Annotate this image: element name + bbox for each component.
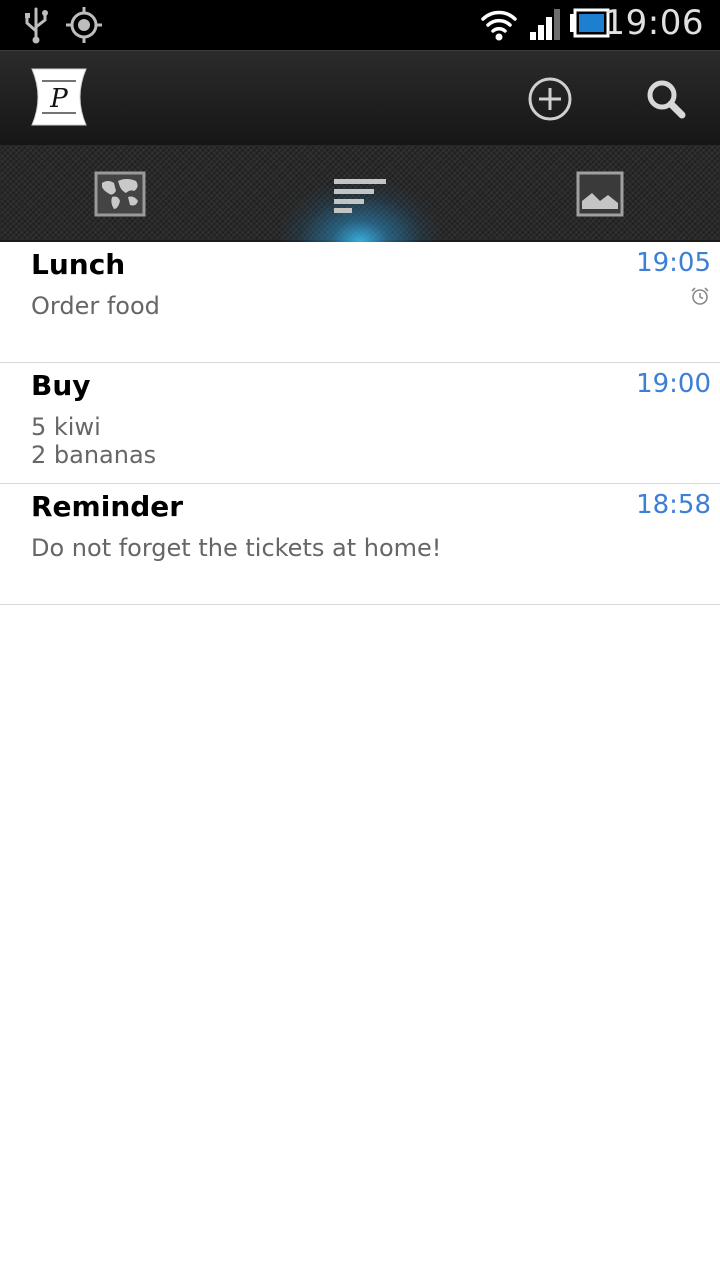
note-body: Do not forget the tickets at home! [31, 534, 442, 562]
note-title: Lunch [31, 248, 126, 281]
app-logo[interactable]: P [30, 67, 88, 127]
signal-icon [530, 9, 560, 40]
tab-map[interactable] [0, 145, 240, 240]
gps-icon [66, 7, 102, 43]
action-bar: P [0, 50, 720, 145]
note-time: 18:58 [636, 490, 711, 520]
note-item[interactable]: Buy 19:00 5 kiwi 2 bananas [0, 363, 720, 484]
note-title: Buy [31, 369, 91, 402]
note-title: Reminder [31, 490, 184, 523]
map-icon [94, 171, 146, 217]
tab-images[interactable] [480, 145, 720, 240]
note-list: Lunch 19:05 Order food Buy 19:00 5 kiwi … [0, 242, 720, 605]
note-body: 5 kiwi 2 bananas [31, 413, 157, 469]
add-circle-icon[interactable] [525, 74, 575, 124]
logo-letter: P [49, 84, 68, 114]
status-bar: 19:06 [0, 0, 720, 50]
alarm-icon [691, 287, 709, 305]
note-time: 19:05 [636, 248, 711, 278]
note-time: 19:00 [636, 369, 711, 399]
note-item[interactable]: Reminder 18:58 Do not forget the tickets… [0, 484, 720, 605]
list-icon [334, 179, 386, 213]
tab-list[interactable] [240, 145, 480, 242]
note-body: Order food [31, 292, 160, 320]
note-item[interactable]: Lunch 19:05 Order food [0, 242, 720, 363]
tab-bar [0, 145, 720, 242]
image-icon [576, 171, 624, 217]
search-icon[interactable] [641, 74, 691, 124]
usb-icon [25, 7, 48, 44]
wifi-icon [481, 10, 517, 41]
status-time: 19:06 [603, 3, 704, 43]
